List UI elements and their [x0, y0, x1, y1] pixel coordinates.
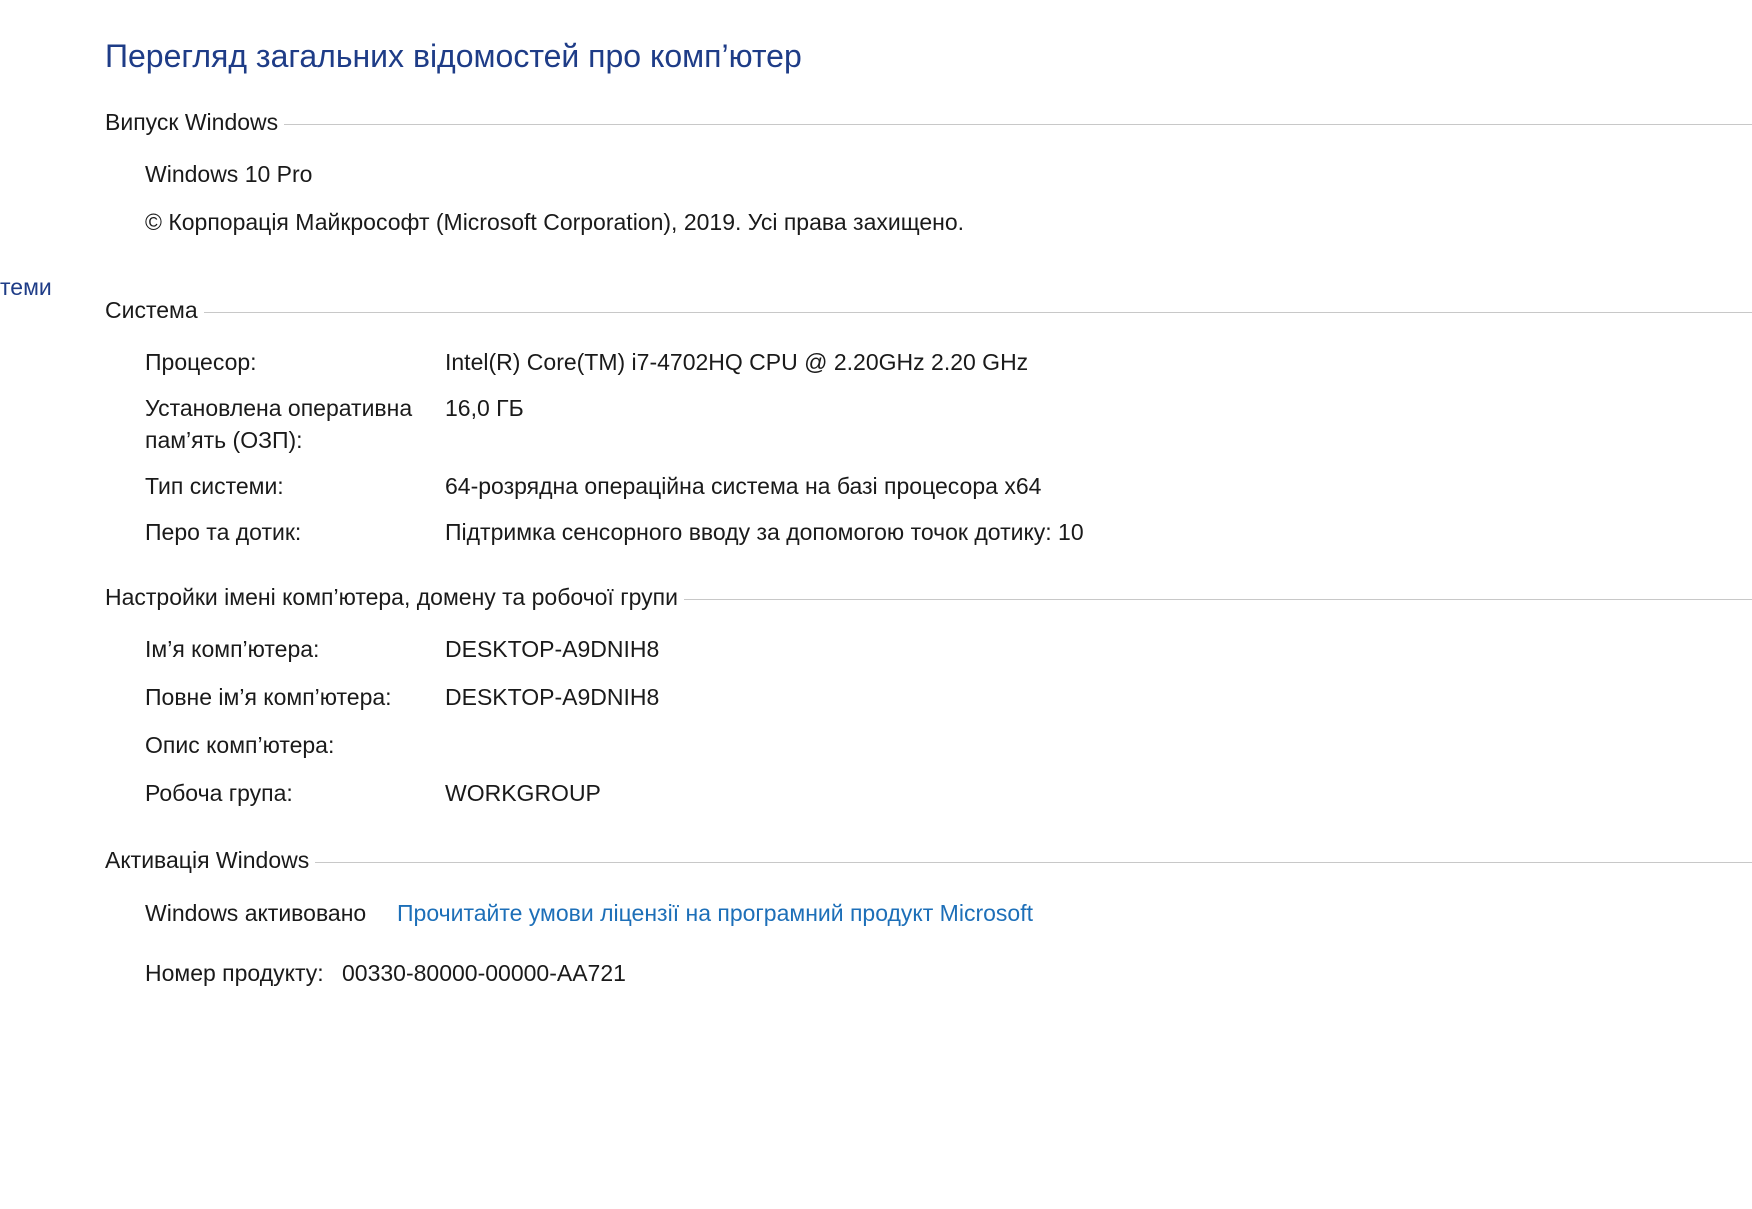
page-title: Перегляд загальних відомостей про комп’ю… [105, 38, 802, 74]
section-divider [683, 598, 1752, 600]
product-id-value: 00330-80000-00000-AA721 [342, 960, 626, 986]
section-divider [203, 311, 1752, 313]
section-divider [315, 861, 1752, 863]
pen-touch-value: Підтримка сенсорного вводу за допомогою … [445, 519, 1084, 545]
edition-name: Windows 10 Pro [145, 161, 313, 187]
workgroup-label: Робоча група: [145, 780, 293, 806]
computer-name-value: DESKTOP-A9DNIH8 [445, 636, 660, 662]
processor-label: Процесор: [145, 349, 257, 375]
ram-label: Установлена оперативна [145, 395, 413, 421]
product-id-label: Номер продукту: [145, 960, 324, 986]
ram-label-line2: пам’ять (ОЗП): [145, 427, 303, 453]
section-title-edition: Випуск Windows [105, 109, 279, 135]
pen-touch-label: Перо та дотик: [145, 519, 302, 545]
full-computer-name-label: Повне ім’я комп’ютера: [145, 684, 392, 710]
activation-status: Windows активовано [145, 900, 367, 926]
license-terms-link[interactable]: Прочитайте умови ліцензії на програмний … [397, 897, 1033, 929]
section-divider [284, 123, 1752, 125]
section-title-computer-name: Настройки імені комп’ютера, домену та ро… [105, 584, 678, 610]
section-title-system: Система [105, 297, 198, 323]
section-windows-edition: Випуск Windows [105, 107, 1752, 137]
left-nav-item-partial[interactable]: теми [0, 272, 52, 302]
section-computer-name: Настройки імені комп’ютера, домену та ро… [105, 582, 1752, 612]
section-title-activation: Активація Windows [105, 847, 310, 873]
computer-name-label: Ім’я комп’ютера: [145, 636, 320, 662]
section-activation: Активація Windows [105, 845, 1752, 875]
ram-value: 16,0 ГБ [445, 395, 524, 421]
processor-value: Intel(R) Core(TM) i7-4702HQ CPU @ 2.20GH… [445, 349, 1029, 375]
workgroup-value: WORKGROUP [445, 780, 601, 806]
copyright-text: © Корпорація Майкрософт (Microsoft Corpo… [145, 209, 965, 235]
section-system: Система [105, 295, 1752, 325]
computer-description-label: Опис комп’ютера: [145, 732, 335, 758]
system-type-value: 64-розрядна операційна система на базі п… [445, 473, 1042, 499]
full-computer-name-value: DESKTOP-A9DNIH8 [445, 684, 660, 710]
system-type-label: Тип системи: [145, 473, 284, 499]
